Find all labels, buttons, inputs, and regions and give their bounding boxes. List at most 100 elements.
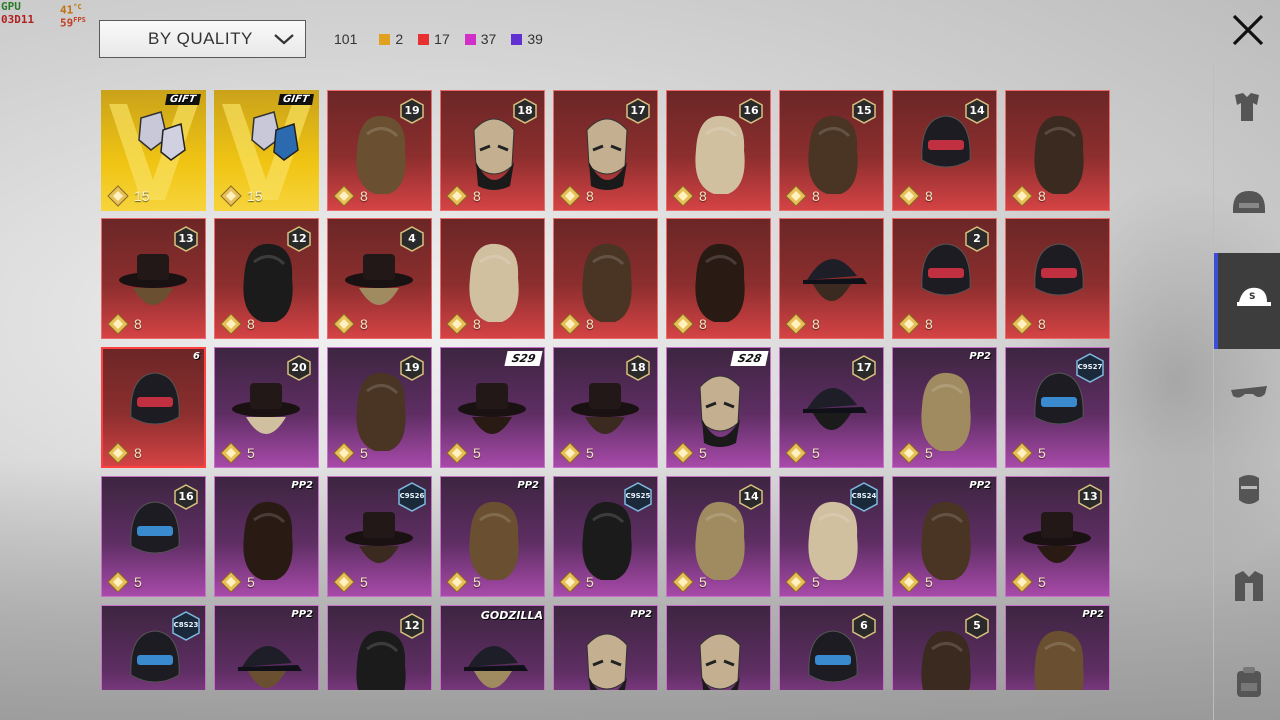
item-tile[interactable]: 17 5 xyxy=(779,347,884,468)
price: 5 xyxy=(785,571,820,593)
currency-diamond-icon xyxy=(559,442,581,464)
price-value: 15 xyxy=(134,188,150,204)
level-badge-value: 6 xyxy=(860,619,868,632)
item-tile[interactable]: 13 5 xyxy=(1005,476,1110,597)
item-tile[interactable]: GIFT 15 xyxy=(101,90,206,211)
price-value: 5 xyxy=(360,574,368,590)
item-tile[interactable]: 5 5 xyxy=(892,605,997,690)
item-tile[interactable]: PP2 5 xyxy=(440,476,545,597)
level-badge-value: 4 xyxy=(408,232,416,245)
level-badge: 19 xyxy=(400,98,424,124)
item-tile[interactable]: PP2 5 xyxy=(553,605,658,690)
currency-diamond-icon xyxy=(446,571,468,593)
item-tile[interactable]: C9S27 5 xyxy=(1005,347,1110,468)
item-tile[interactable]: 6 8 xyxy=(101,347,206,468)
svg-text:S: S xyxy=(1249,292,1255,302)
category-jacket-tab[interactable] xyxy=(1214,540,1280,636)
currency-diamond-icon xyxy=(559,185,581,207)
item-tile[interactable]: 19 8 xyxy=(327,90,432,211)
season-badge: C8S24 xyxy=(850,482,878,512)
category-glasses-tab[interactable] xyxy=(1214,349,1280,445)
mythic-count: 17 xyxy=(418,31,450,47)
item-tile[interactable]: 12 5 xyxy=(327,605,432,690)
price: 5 xyxy=(672,442,707,464)
price-value: 8 xyxy=(1038,316,1046,332)
price: 5 xyxy=(446,571,481,593)
item-tile[interactable]: 8 xyxy=(1005,218,1110,339)
price: 8 xyxy=(446,313,481,335)
category-helmet-tab[interactable] xyxy=(1214,158,1280,254)
item-tile[interactable]: 2 8 xyxy=(892,218,997,339)
level-badge-value: 19 xyxy=(404,361,420,374)
item-tile[interactable]: C9S25 5 xyxy=(553,476,658,597)
item-tile[interactable]: C8S23 5 xyxy=(101,605,206,690)
item-tile[interactable]: C8S24 5 xyxy=(779,476,884,597)
price: 8 xyxy=(672,185,707,207)
item-tile[interactable]: 12 8 xyxy=(214,218,319,339)
item-tile[interactable]: S28 5 xyxy=(666,347,771,468)
item-tile[interactable]: 14 5 xyxy=(666,476,771,597)
item-tile[interactable]: PP2 5 xyxy=(1005,605,1110,690)
item-tile[interactable]: 20 5 xyxy=(214,347,319,468)
level-badge: 15 xyxy=(852,98,876,124)
currency-diamond-icon xyxy=(785,442,807,464)
item-tile[interactable]: S29 5 xyxy=(440,347,545,468)
price: 5 xyxy=(107,571,142,593)
collab-tag: GIFT xyxy=(278,94,314,105)
item-tile[interactable]: C9S26 5 xyxy=(327,476,432,597)
item-tile[interactable]: PP2 5 xyxy=(214,476,319,597)
item-tile[interactable]: 8 xyxy=(553,218,658,339)
item-tile[interactable]: 18 5 xyxy=(553,347,658,468)
price-value: 8 xyxy=(586,316,594,332)
quality-counts: 101 2 17 37 39 xyxy=(334,31,558,47)
sort-dropdown[interactable]: BY QUALITY xyxy=(99,20,306,58)
item-tile[interactable]: 13 8 xyxy=(101,218,206,339)
season-ribbon: S29 xyxy=(504,351,543,366)
item-tile[interactable]: 8 xyxy=(440,218,545,339)
item-tile[interactable]: PP2 5 xyxy=(892,476,997,597)
item-tile[interactable]: 19 5 xyxy=(327,347,432,468)
item-tile[interactable]: 17 8 xyxy=(553,90,658,211)
rare-swatch xyxy=(511,33,523,45)
item-tile[interactable]: GODZILLA 5 xyxy=(440,605,545,690)
level-badge-value: 2 xyxy=(973,232,981,245)
level-badge: 12 xyxy=(400,613,424,639)
item-tile[interactable]: 15 8 xyxy=(779,90,884,211)
price-value: 5 xyxy=(586,574,594,590)
category-outfit-tab[interactable] xyxy=(1214,62,1280,158)
category-backpack-tab[interactable] xyxy=(1214,636,1280,720)
level-badge: 16 xyxy=(174,484,198,510)
item-tile[interactable]: 16 5 xyxy=(101,476,206,597)
cap-icon: S xyxy=(1237,287,1271,306)
item-tile[interactable]: 8 xyxy=(1005,90,1110,211)
item-tile[interactable]: PP2 5 xyxy=(892,347,997,468)
price: 5 xyxy=(1011,442,1046,464)
item-tile[interactable]: PP2 5 xyxy=(214,605,319,690)
item-grid: GIFT 15 GIFT 15 19 8 18 8 17 8 16 8 15 8… xyxy=(101,90,1111,690)
price-value: 5 xyxy=(925,445,933,461)
temperature-unit: °C xyxy=(73,3,82,11)
item-tile[interactable]: 8 xyxy=(666,218,771,339)
currency-diamond-icon xyxy=(672,442,694,464)
season-badge: C9S27 xyxy=(1076,353,1104,383)
item-tile[interactable]: 6 5 xyxy=(779,605,884,690)
level-badge-value: 16 xyxy=(743,104,759,117)
currency-diamond-icon xyxy=(107,571,129,593)
price: 8 xyxy=(672,313,707,335)
item-tile[interactable]: 8 xyxy=(779,218,884,339)
item-tile[interactable]: 16 8 xyxy=(666,90,771,211)
category-cap-tab[interactable]: S xyxy=(1214,253,1280,349)
item-tile[interactable]: 5 xyxy=(666,605,771,690)
chevron-down-icon xyxy=(274,34,294,45)
price-value: 5 xyxy=(699,445,707,461)
category-face-mask-tab[interactable] xyxy=(1214,445,1280,541)
item-tile[interactable]: 14 8 xyxy=(892,90,997,211)
price-value: 8 xyxy=(699,316,707,332)
close-button[interactable] xyxy=(1228,10,1268,50)
rare-count: 39 xyxy=(511,31,543,47)
price: 5 xyxy=(1011,571,1046,593)
item-tile[interactable]: GIFT 15 xyxy=(214,90,319,211)
price-value: 8 xyxy=(925,188,933,204)
item-tile[interactable]: 18 8 xyxy=(440,90,545,211)
item-tile[interactable]: 4 8 xyxy=(327,218,432,339)
